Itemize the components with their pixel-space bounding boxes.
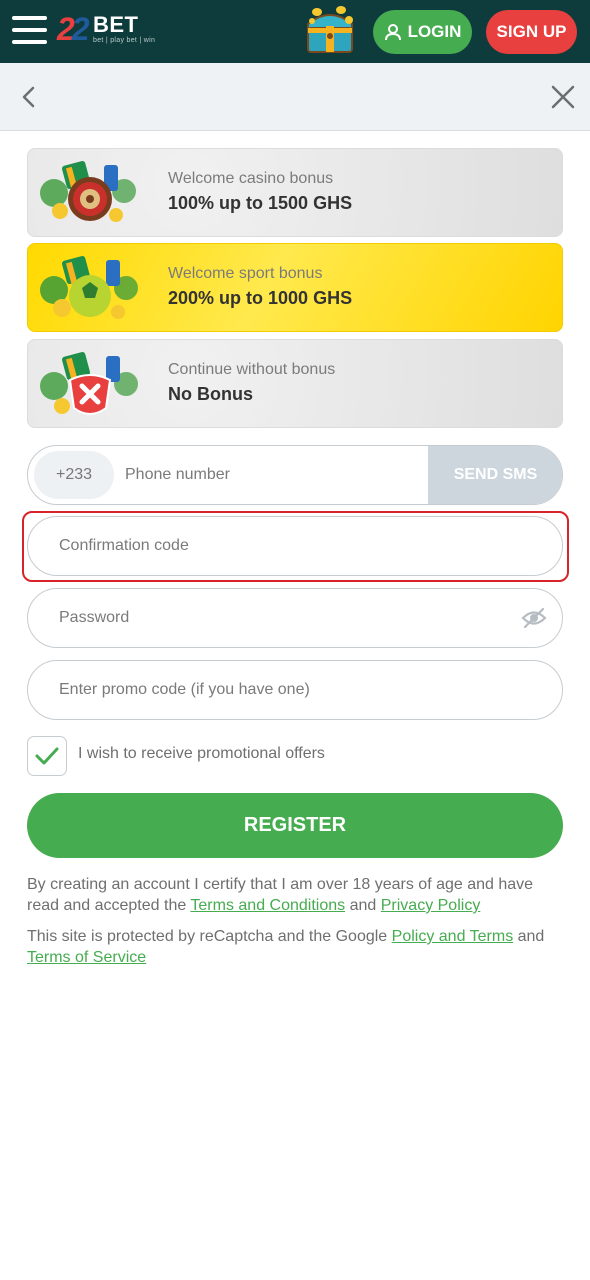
bonus-option-casino[interactable]: Welcome casino bonus 100% up to 1500 GHS [27, 148, 563, 237]
login-button[interactable]: LOGIN [373, 10, 472, 54]
bonus-title: No Bonus [168, 384, 253, 404]
signup-button[interactable]: SIGN UP [486, 10, 577, 54]
promo-offers-checkbox[interactable] [27, 736, 67, 776]
logo[interactable]: 22 BET bet | play bet | win [57, 12, 157, 48]
register-label: REGISTER [243, 814, 347, 836]
menu-icon[interactable] [12, 14, 47, 46]
confirmation-code-field [27, 516, 563, 576]
sub-navigation [0, 63, 590, 131]
country-code-prefix[interactable]: +233 [34, 451, 114, 499]
bonus-option-sport[interactable]: Welcome sport bonus 200% up to 1000 GHS [27, 243, 563, 332]
logo-tagline: bet | play bet | win [93, 37, 156, 44]
logo-text: BET [93, 12, 139, 37]
password-field [27, 588, 563, 648]
top-header: 22 BET bet | play bet | win LOGIN SIGN U… [0, 0, 590, 63]
send-sms-label: SEND SMS [453, 466, 538, 483]
promo-offers-label: I wish to receive promotional offers [78, 745, 325, 762]
bonus-subtitle: Welcome casino bonus [168, 170, 334, 187]
confirmation-code-input[interactable] [59, 517, 519, 575]
back-chevron-icon[interactable] [14, 81, 44, 113]
logo-digit-1: 2 [57, 11, 75, 47]
recaptcha-notice: This site is protected by reCaptcha and … [27, 928, 545, 966]
phone-field: +233 SEND SMS [27, 445, 563, 505]
checkmark-icon [35, 747, 59, 765]
login-label: LOGIN [407, 22, 462, 41]
password-input[interactable] [59, 589, 519, 647]
promo-code-input[interactable] [59, 661, 519, 719]
logo-digit-2: 2 [71, 11, 90, 47]
terms-of-service-link[interactable]: Terms of Service [27, 949, 146, 966]
bonus-subtitle: Continue without bonus [168, 361, 336, 378]
eye-slash-icon[interactable] [521, 607, 547, 629]
close-icon[interactable] [548, 81, 578, 113]
bonus-subtitle: Welcome sport bonus [168, 265, 323, 282]
privacy-policy-link[interactable]: Privacy Policy [381, 897, 481, 914]
bonus-title: 200% up to 1000 GHS [168, 288, 353, 308]
user-icon [384, 24, 401, 41]
register-button[interactable]: REGISTER [27, 793, 563, 858]
promo-code-field [27, 660, 563, 720]
treasure-chest-icon[interactable] [303, 4, 357, 56]
roulette-gift-icon [40, 160, 136, 222]
bonus-title: 100% up to 1500 GHS [168, 193, 353, 213]
bonus-option-none[interactable]: Continue without bonus No Bonus [27, 339, 563, 428]
terms-conditions-link[interactable]: Terms and Conditions [190, 897, 345, 914]
age-certification-text: By creating an account I certify that I … [27, 876, 534, 914]
send-sms-button[interactable]: SEND SMS [428, 446, 562, 504]
football-gift-icon [40, 255, 138, 319]
signup-label: SIGN UP [496, 22, 567, 41]
google-policy-terms-link[interactable]: Policy and Terms [392, 928, 514, 945]
phone-input[interactable] [125, 446, 425, 504]
no-bonus-gift-icon [40, 351, 138, 415]
